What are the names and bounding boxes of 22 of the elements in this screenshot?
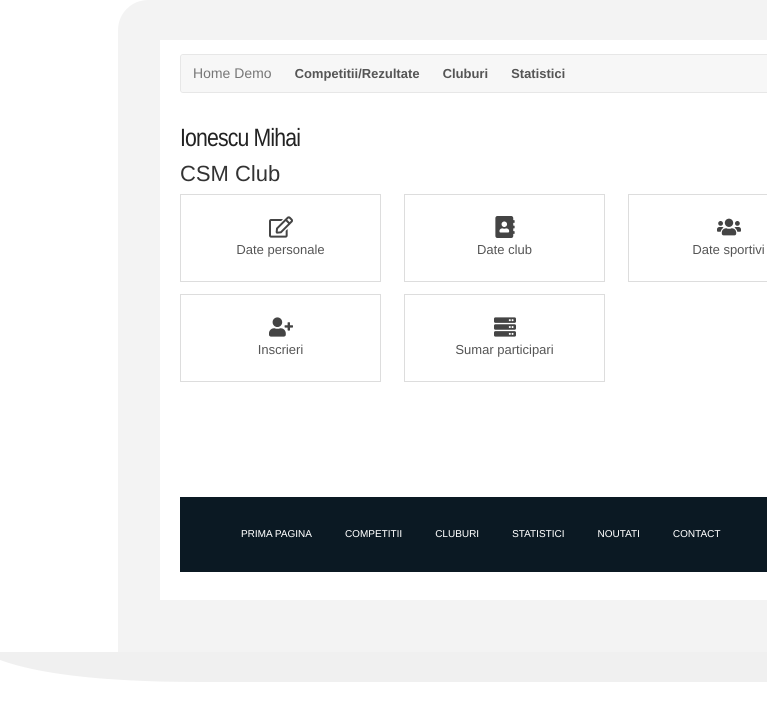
footer-link[interactable]: CONTACT xyxy=(672,527,721,542)
footer-link[interactable]: PRIMA PAGINA xyxy=(241,527,312,542)
brand-link[interactable]: Home Demo xyxy=(193,63,272,84)
address-book-icon xyxy=(492,216,516,238)
menu-card[interactable]: Date club xyxy=(404,194,605,282)
users-icon xyxy=(716,216,740,238)
menu-card[interactable]: Date sportivi xyxy=(628,194,767,282)
footer-link[interactable]: STATISTICI xyxy=(512,527,565,542)
footer-link[interactable]: COMPETITII xyxy=(344,527,402,542)
footer-link[interactable]: NOUTATI xyxy=(598,527,640,542)
footer-link[interactable]: CLUBURI xyxy=(435,527,480,542)
user-plus-icon xyxy=(268,316,292,338)
stacked-bars-icon xyxy=(492,316,516,338)
nav-link[interactable]: Competitii/Rezultate xyxy=(294,64,420,84)
user-name: Ionescu Mihai xyxy=(180,123,302,153)
club-name: CSM Club xyxy=(180,160,282,188)
menu-card[interactable]: Date personale xyxy=(180,194,381,282)
menu-card[interactable]: Inscrieri xyxy=(180,294,381,382)
nav-link[interactable]: Statistici xyxy=(511,64,566,84)
edit-icon xyxy=(268,216,292,238)
nav-link[interactable]: Cluburi xyxy=(442,64,488,84)
menu-card[interactable]: Sumar participari xyxy=(404,294,605,382)
